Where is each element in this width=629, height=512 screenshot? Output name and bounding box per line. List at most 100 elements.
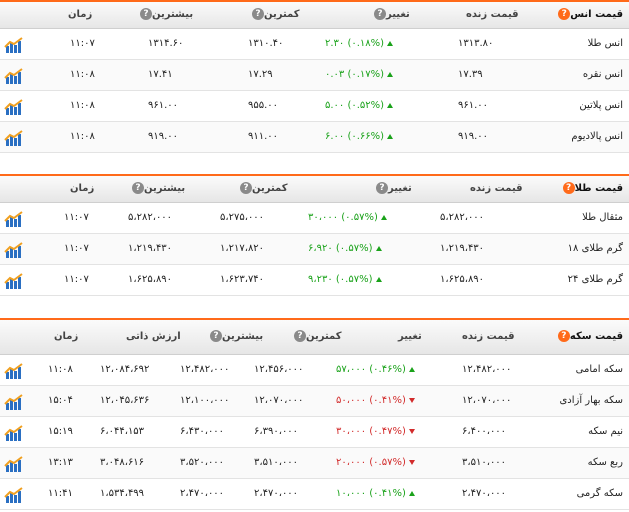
cell-change: ۳۰،۰۰۰ (۰.۵۷%) [308, 203, 387, 233]
question-circle-icon[interactable]: ? [374, 8, 386, 20]
cell-time: ۱۱:۰۸ [70, 131, 95, 142]
cell-time: ۱۳:۱۳ [48, 457, 73, 468]
chart-button[interactable] [4, 272, 24, 290]
question-circle-icon[interactable]: ? [252, 8, 264, 20]
question-circle-icon[interactable]: ? [240, 182, 252, 194]
cell-low: ۱۲،۴۵۶،۰۰۰ [254, 364, 304, 375]
arrow-up-icon [408, 366, 415, 372]
chart-button[interactable] [4, 98, 24, 116]
table-row: سکه بهار آزادی ۱۲،۰۷۰،۰۰۰ ۵۰،۰۰۰ (۰.۴۱%) ۱۲… [0, 386, 629, 417]
table-row: مثقال طلا ۵،۲۸۲،۰۰۰ ۳۰،۰۰۰ (۰.۵۷%) ۵،۲۷۵،۰۰… [0, 203, 629, 234]
cell-change: ۲.۳۰ (۰.۱۸%) [325, 29, 394, 59]
table-row: ربع سکه ۳،۵۱۰،۰۰۰ ۲۰،۰۰۰ (۰.۵۷%) ۳،۵۱۰،۰۰۰ ۳… [0, 448, 629, 479]
change-value: ۳۰،۰۰۰ (۰.۵۷%) [308, 212, 378, 223]
column-header-time: زمان [68, 2, 92, 28]
column-header-high: بیشترین? [136, 2, 193, 28]
column-header-label: بیشترین [222, 331, 264, 342]
chart-icon [4, 363, 23, 379]
cell-change: ۲۰،۰۰۰ (۰.۵۷%) [336, 448, 415, 478]
column-header-label: تغییر [398, 331, 422, 342]
table-row: گرم طلای ۱۸ ۱،۲۱۹،۴۳۰ ۶،۹۲۰ (۰.۵۷%) ۱،۲۱۷،۸… [0, 234, 629, 265]
chart-button[interactable] [4, 486, 24, 504]
section-gold: قیمت طلا? قیمت زنده تغییر? کمترین? بیشترین? ز… [0, 174, 629, 296]
cell-name: گرم طلای ۱۸ [567, 243, 623, 254]
question-circle-icon[interactable]: ? [376, 182, 388, 194]
chart-button[interactable] [4, 241, 24, 259]
table-header: قیمت طلا? قیمت زنده تغییر? کمترین? بیشترین? ز… [0, 176, 629, 203]
column-header-low: کمترین? [248, 2, 300, 28]
chart-icon [4, 394, 23, 410]
change-value: ۲.۳۰ (۰.۱۸%) [325, 38, 385, 49]
chart-icon [4, 456, 23, 472]
column-header-label: کمترین [252, 183, 288, 194]
column-header-change: تغییر? [372, 176, 412, 202]
chart-button[interactable] [4, 393, 24, 411]
cell-price: ۹۶۱.۰۰ [458, 100, 489, 111]
cell-low: ۱۷.۲۹ [248, 69, 273, 80]
chart-icon [4, 37, 23, 53]
question-circle-icon[interactable]: ? [140, 8, 152, 20]
column-header-label: زمان [70, 183, 95, 194]
question-circle-icon[interactable]: ? [558, 8, 571, 20]
cell-high: ۱،۲۱۹،۴۳۰ [128, 243, 173, 254]
chart-button[interactable] [4, 455, 24, 473]
question-circle-icon[interactable]: ? [294, 330, 306, 342]
question-circle-icon[interactable]: ? [210, 330, 222, 342]
cell-high: ۶،۴۳۰،۰۰۰ [180, 426, 225, 437]
column-header-label: تغییر [388, 183, 412, 194]
cell-high: ۱۲،۴۸۲،۰۰۰ [180, 364, 230, 375]
cell-name: گرم طلای ۲۴ [567, 274, 623, 285]
cell-low: ۱۲،۰۷۰،۰۰۰ [254, 395, 304, 406]
table-row: انس پالادیوم ۹۱۹.۰۰ ۶.۰۰ (۰.۶۶%) ۹۱۱.۰۰ ۹۱۹.… [0, 122, 629, 153]
cell-time: ۱۵:۰۴ [48, 395, 73, 406]
arrow-up-icon [387, 71, 394, 77]
question-circle-icon[interactable]: ? [557, 330, 570, 342]
question-circle-icon[interactable]: ? [132, 182, 144, 194]
cell-intrinsic: ۱۲،۰۸۴،۶۹۲ [100, 364, 150, 375]
section-title-text: قیمت انس [570, 9, 623, 20]
column-header-price: قیمت زنده [466, 2, 519, 28]
cell-change: ۰.۰۳ (۰.۱۷%) [325, 60, 394, 90]
chart-button[interactable] [4, 210, 24, 228]
column-header-label: کمترین [306, 331, 342, 342]
chart-icon [4, 425, 23, 441]
column-header-change: تغییر [398, 320, 422, 354]
cell-name: سکه گرمی [576, 488, 623, 499]
cell-high: ۱۳۱۴.۶۰ [148, 38, 184, 49]
column-header-intrinsic: ارزش ذاتی [126, 320, 181, 354]
arrow-down-icon [408, 459, 415, 465]
column-header-label: کمترین [264, 9, 300, 20]
cell-high: ۵،۲۸۲،۰۰۰ [128, 212, 173, 223]
chart-icon [4, 273, 23, 289]
change-value: ۳۰،۰۰۰ (۰.۴۷%) [336, 426, 406, 437]
cell-intrinsic: ۱۲،۰۴۵،۶۳۶ [100, 395, 150, 406]
chart-button[interactable] [4, 36, 24, 54]
cell-price: ۲،۴۷۰،۰۰۰ [462, 488, 507, 499]
table-row: سکه گرمی ۲،۴۷۰،۰۰۰ ۱۰،۰۰۰ (۰.۴۱%) ۲،۴۷۰،۰۰۰… [0, 479, 629, 510]
cell-price: ۱۲،۴۸۲،۰۰۰ [462, 364, 512, 375]
cell-price: ۹۱۹.۰۰ [458, 131, 489, 142]
cell-low: ۱،۶۲۳،۷۴۰ [220, 274, 265, 285]
cell-low: ۹۱۱.۰۰ [248, 131, 279, 142]
cell-change: ۶،۹۲۰ (۰.۵۷%) [308, 234, 382, 264]
question-circle-icon[interactable]: ? [562, 182, 575, 194]
section-coin: قیمت سکه? قیمت زنده تغییر کمترین? بیشترین? ار… [0, 318, 629, 510]
arrow-down-icon [408, 428, 415, 434]
chart-button[interactable] [4, 362, 24, 380]
cell-time: ۱۵:۱۹ [48, 426, 73, 437]
chart-button[interactable] [4, 424, 24, 442]
section-ounce: قیمت انس? قیمت زنده تغییر? کمترین? بیشترین? ز… [0, 0, 629, 153]
change-value: ۶.۰۰ (۰.۶۶%) [325, 131, 385, 142]
column-header-price: قیمت زنده [470, 176, 523, 202]
cell-change: ۵.۰۰ (۰.۵۲%) [325, 91, 394, 121]
cell-time: ۱۱:۴۱ [48, 488, 73, 499]
section-title-text: قیمت سکه [569, 331, 623, 342]
cell-name: ربع سکه [587, 457, 623, 468]
chart-button[interactable] [4, 129, 24, 147]
cell-time: ۱۱:۰۸ [70, 100, 95, 111]
change-value: ۹،۲۳۰ (۰.۵۷%) [308, 274, 373, 285]
table-row: انس نقره ۱۷.۳۹ ۰.۰۳ (۰.۱۷%) ۱۷.۲۹ ۱۷.۴۱ ۱۱:۰۸ [0, 60, 629, 91]
cell-high: ۲،۴۷۰،۰۰۰ [180, 488, 225, 499]
chart-button[interactable] [4, 67, 24, 85]
cell-name: انس نقره [582, 69, 623, 80]
